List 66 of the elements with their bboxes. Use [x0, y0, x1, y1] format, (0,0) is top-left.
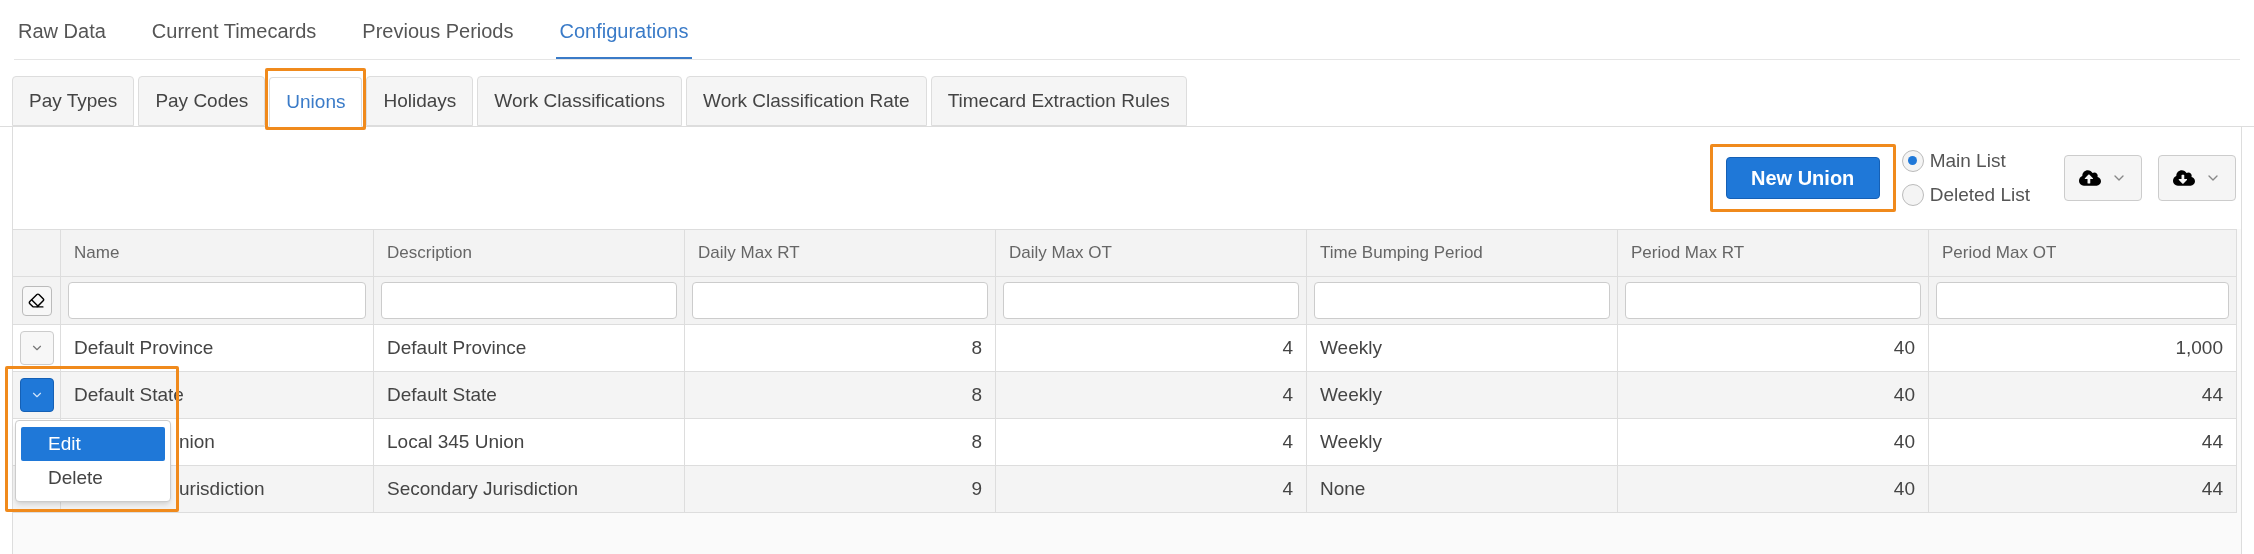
table-cell-text: 40 [1893, 429, 1915, 454]
filter-field[interactable] [1314, 282, 1610, 319]
tab[interactable]: Holidays [366, 76, 474, 126]
download-dropdown-button[interactable] [2158, 155, 2236, 201]
table-cell-text: 4 [1282, 476, 1293, 501]
cloud-upload-icon [2079, 167, 2101, 189]
nav-tab[interactable]: Current Timecards [147, 16, 321, 59]
filter-field[interactable] [381, 282, 677, 319]
eraser-icon [28, 292, 45, 309]
table-cell-text: 8 [971, 335, 982, 360]
clear-filters-button[interactable] [21, 285, 52, 316]
table-cell-text: 8 [971, 429, 982, 454]
table-cell-text: 4 [1282, 429, 1293, 454]
tab[interactable]: Work Classification Rate [686, 76, 927, 126]
table-cell-text: Local 345 Union [387, 429, 525, 454]
table-cell-text: None [1320, 476, 1366, 501]
table-cell-text: Weekly [1320, 429, 1382, 454]
table-cell-text: 40 [1893, 335, 1915, 360]
filter-field[interactable] [1003, 282, 1299, 319]
table-cell-text: Weekly [1320, 382, 1382, 407]
nav-tab[interactable]: Configurations [555, 16, 693, 59]
filter-field[interactable] [68, 282, 366, 319]
radio-button[interactable] [1901, 184, 1924, 207]
table-cell-text: 4 [1282, 382, 1293, 407]
table-cell-text: urisdiction [179, 476, 265, 501]
nav-tab[interactable]: Raw Data [14, 16, 110, 59]
table-cell-text: 40 [1893, 382, 1915, 407]
table-cell-text: 1,000 [2175, 335, 2223, 360]
tab[interactable]: Timecard Extraction Rules [930, 76, 1187, 126]
table-cell-text: 4 [1282, 335, 1293, 360]
table-cell-text: 44 [2201, 382, 2223, 407]
tab[interactable]: Pay Codes [138, 76, 266, 126]
tab[interactable]: Pay Types [12, 76, 135, 126]
tab[interactable]: Work Classifications [477, 76, 683, 126]
filter-field[interactable] [1625, 282, 1921, 319]
table-cell-text: 44 [2201, 429, 2223, 454]
table-cell-text: Weekly [1320, 335, 1382, 360]
cloud-download-icon [2173, 167, 2195, 189]
menu-item[interactable]: Delete [21, 461, 165, 495]
table-cell-text: 9 [971, 476, 982, 501]
upload-dropdown-button[interactable] [2064, 155, 2142, 201]
radio-label: Main List [1929, 148, 2006, 173]
column-header[interactable]: Daily Max RT [698, 240, 800, 266]
filter-field[interactable] [692, 282, 988, 319]
radio-label: Deleted List [1929, 183, 2030, 207]
table-cell-text: nion [179, 429, 215, 454]
column-header[interactable]: Daily Max OT [1009, 240, 1112, 266]
nav-tab[interactable]: Previous Periods [358, 16, 518, 59]
table-cell-text: 8 [971, 382, 982, 407]
column-header[interactable]: Name [74, 240, 120, 266]
table-cell-text: Default Province [74, 335, 214, 360]
table-cell-text: Secondary Jurisdiction [387, 476, 579, 501]
menu-item[interactable]: Edit [21, 427, 165, 461]
column-header[interactable]: Time Bumping Period [1320, 240, 1483, 266]
table-cell-text: 40 [1893, 476, 1915, 501]
radio-button[interactable] [1901, 149, 1924, 172]
column-header[interactable]: Period Max OT [1942, 240, 2057, 266]
new-union-button[interactable]: New Union [1725, 157, 1880, 199]
tab[interactable]: Unions [269, 77, 363, 127]
column-header[interactable]: Period Max RT [1631, 240, 1745, 266]
table-cell-text: Default State [387, 382, 497, 407]
column-header[interactable]: Description [387, 240, 473, 266]
table-cell-text: 44 [2201, 476, 2223, 501]
table-cell-text: Default Province [387, 335, 527, 360]
filter-field[interactable] [1936, 282, 2229, 319]
row-actions-button[interactable] [19, 378, 54, 412]
